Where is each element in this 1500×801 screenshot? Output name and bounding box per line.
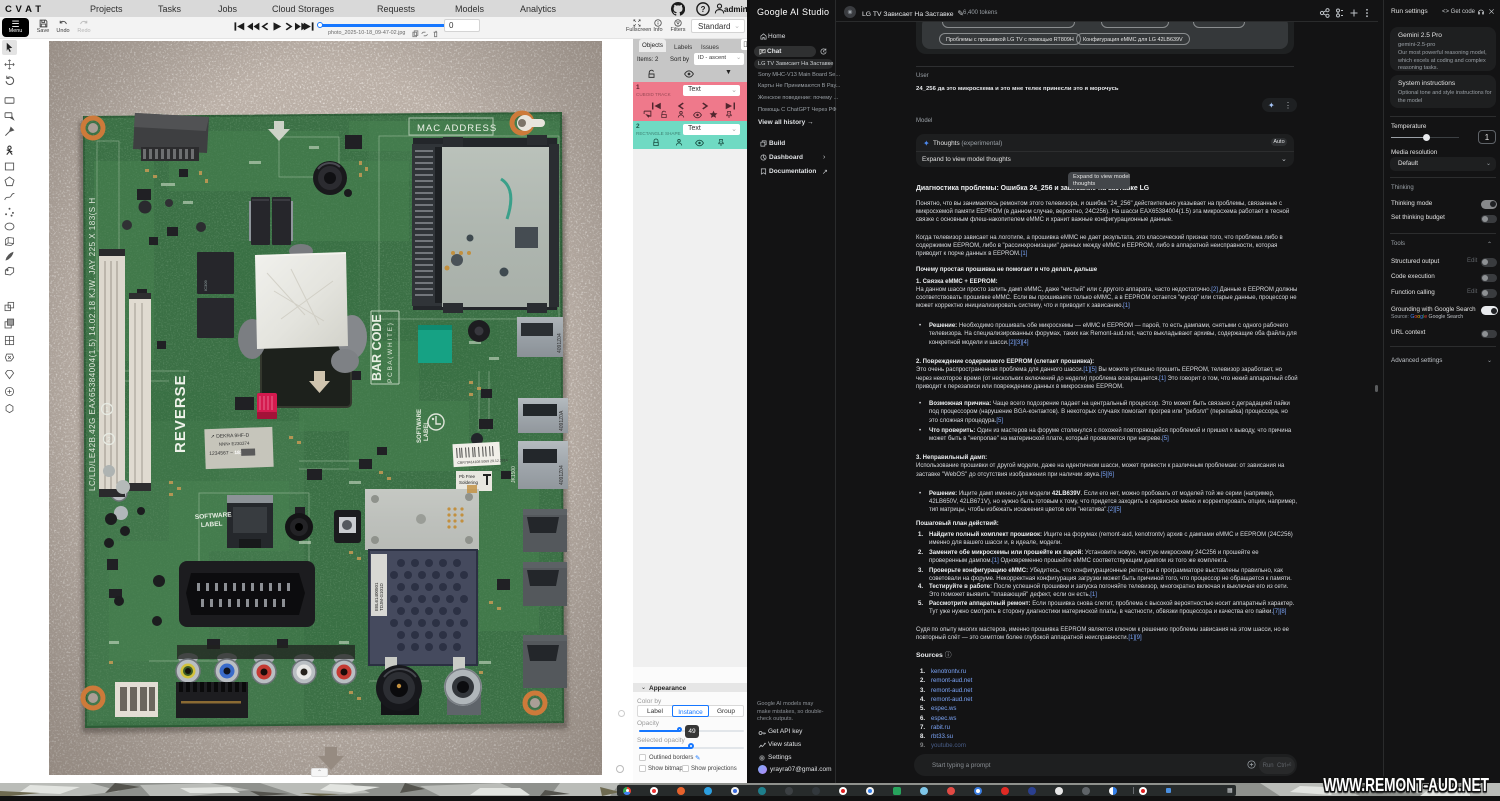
svg-text:TDJM-G101D: TDJM-G101D (379, 582, 384, 611)
svg-text:SOFTWARE: SOFTWARE (417, 409, 423, 443)
svg-text:LC/LD/LE42B.42G EAX65384004(1.: LC/LD/LE42B.42G EAX65384004(1.5) 14.02.1… (88, 197, 97, 491)
svg-text:P C B A ( W H I T E ): P C B A ( W H I T E ) (387, 323, 394, 383)
svg-text:2: 2 (107, 437, 111, 444)
svg-text:4091Z04: 4091Z04 (557, 333, 563, 353)
svg-text:REVERSE: REVERSE (172, 374, 189, 453)
svg-text:Pb Free: Pb Free (459, 474, 476, 479)
svg-text:BAR CODE: BAR CODE (370, 314, 384, 381)
svg-text:Soldering: Soldering (459, 480, 479, 485)
svg-text:1: 1 (105, 407, 109, 414)
svg-text:?: ? (701, 5, 706, 14)
svg-text:LABEL: LABEL (424, 420, 430, 440)
svg-text:4091Z0A: 4091Z0A (559, 410, 565, 431)
svg-text:MAC ADDRESS: MAC ADDRESS (417, 123, 497, 134)
svg-text:4091Z04: 4091Z04 (559, 465, 565, 485)
svg-text:IC309: IC309 (203, 279, 208, 290)
svg-text:JK1500: JK1500 (511, 465, 517, 482)
